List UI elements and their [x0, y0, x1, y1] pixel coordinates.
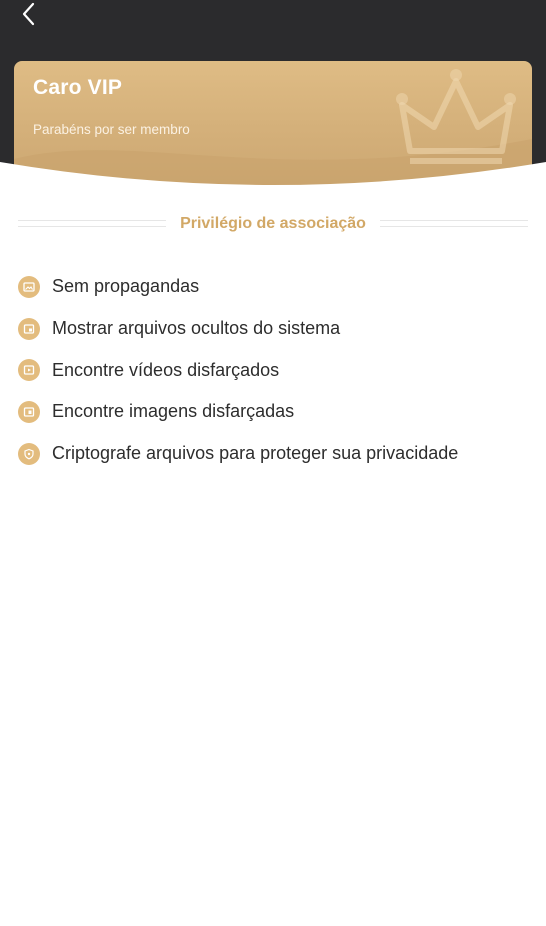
section-title: Privilégio de associação: [180, 215, 366, 232]
header-curve: [0, 162, 546, 200]
privilege-item-encrypt: Criptografe arquivos para proteger sua p…: [18, 433, 538, 475]
privilege-item-no-ads: Sem propagandas: [18, 266, 538, 308]
vip-subtitle: Parabéns por ser membro: [33, 122, 190, 137]
privilege-list: Sem propagandas Mostrar arquivos ocultos…: [18, 266, 538, 474]
privilege-label: Sem propagandas: [52, 276, 200, 297]
file-icon: [18, 317, 40, 340]
picture-icon: [18, 400, 40, 423]
divider-left: [18, 220, 166, 227]
chevron-left-icon: [22, 2, 35, 26]
privilege-label: Encontre imagens disfarçadas: [52, 401, 295, 422]
video-icon: [18, 359, 40, 382]
shield-icon: [18, 442, 40, 465]
back-button[interactable]: [10, 0, 46, 28]
vip-title: Caro VIP: [33, 76, 123, 99]
privilege-item-hidden-files: Mostrar arquivos ocultos do sistema: [18, 308, 538, 350]
divider-right: [380, 220, 528, 227]
image-icon: [18, 275, 40, 298]
section-header: Privilégio de associação: [18, 210, 528, 238]
top-bar: Caro VIP Parabéns por ser membro: [0, 0, 546, 200]
privilege-label: Mostrar arquivos ocultos do sistema: [52, 318, 341, 339]
privilege-label: Encontre vídeos disfarçados: [52, 359, 280, 380]
privilege-item-videos: Encontre vídeos disfarçados: [18, 349, 538, 391]
privilege-label: Criptografe arquivos para proteger sua p…: [52, 443, 459, 464]
privilege-item-images: Encontre imagens disfarçadas: [18, 391, 538, 433]
